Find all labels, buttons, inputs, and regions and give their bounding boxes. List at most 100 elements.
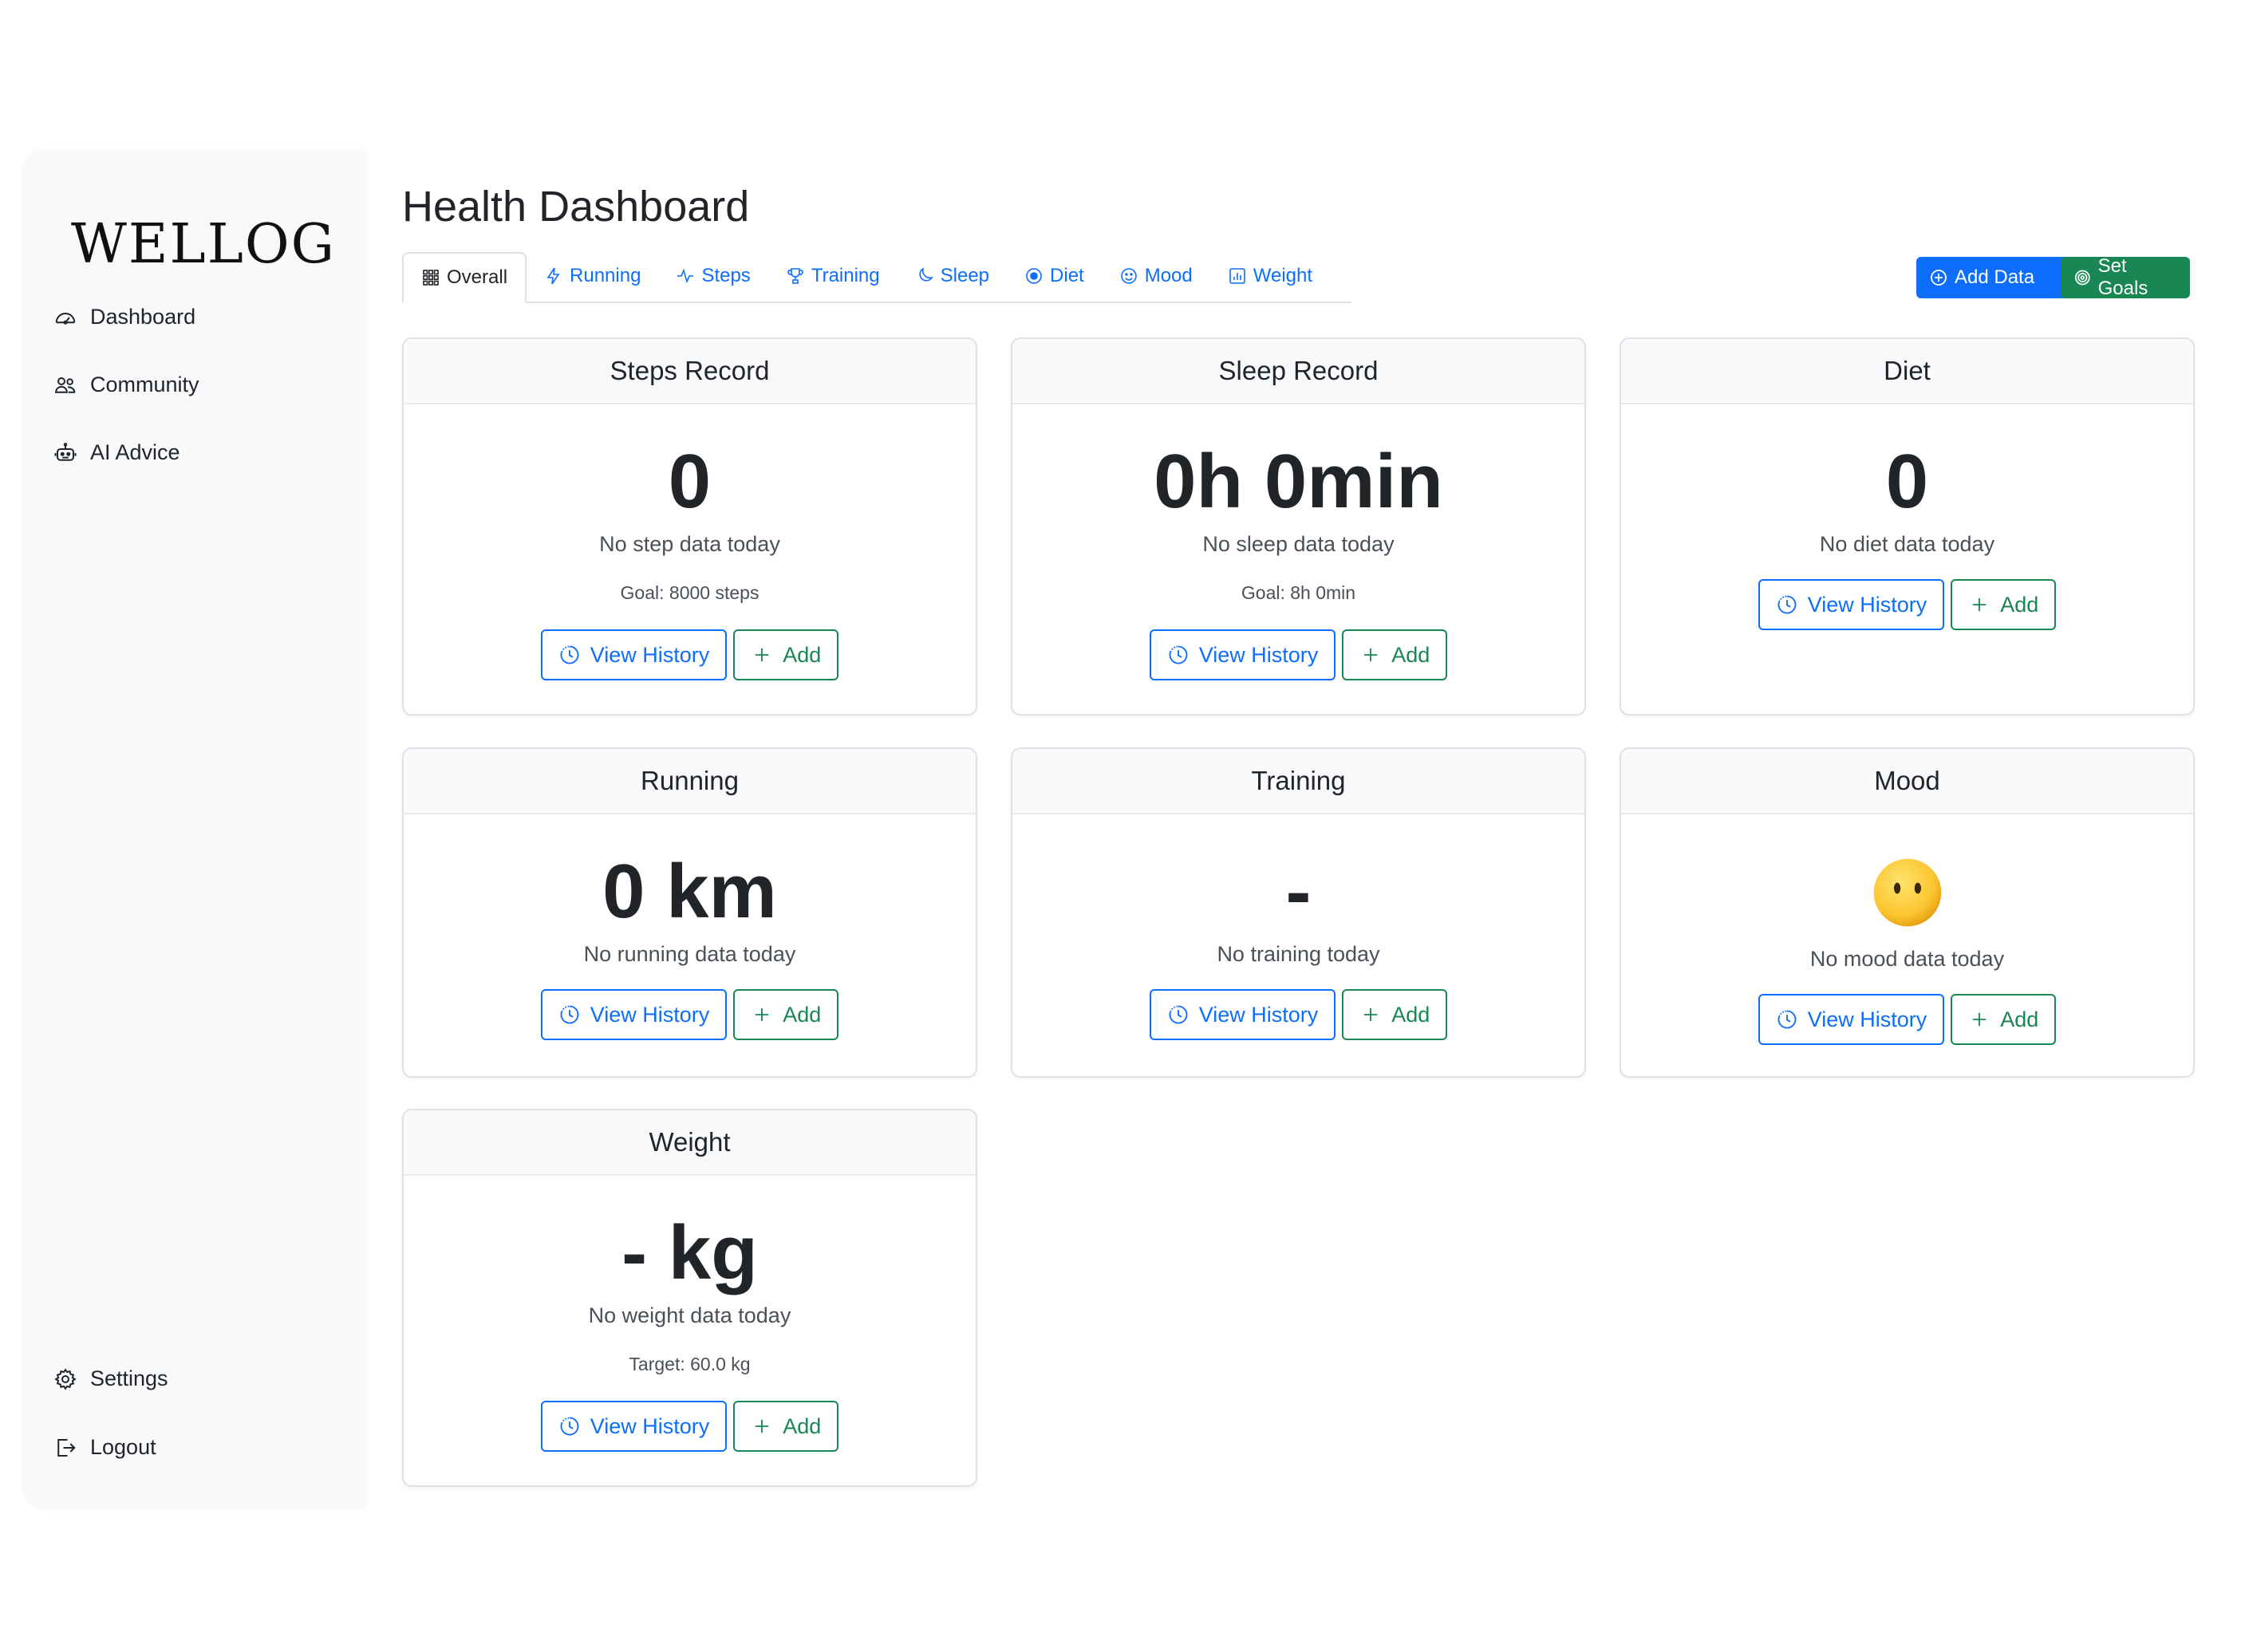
card-title: Training [1012,749,1584,814]
add-button[interactable]: Add [1342,989,1448,1040]
running-status: No running data today [583,942,796,966]
tab-label: Mood [1144,265,1193,286]
sidebar-item-community[interactable]: Community [53,373,199,397]
steps-goal: Goal: 8000 steps [620,582,759,603]
clock-history-icon [1169,1005,1188,1024]
view-history-button[interactable]: View History [1758,994,1945,1045]
tab-steps[interactable]: Steps [658,250,767,302]
tab-running[interactable]: Running [527,250,658,302]
view-history-label: View History [590,642,710,667]
diet-value: 0 [1885,439,1929,524]
set-goals-label: Set Goals [2097,255,2148,299]
weight-card: Weight - kg No weight data today Target:… [402,1109,977,1487]
weight-target: Target: 60.0 kg [629,1354,751,1374]
view-history-button[interactable]: View History [540,989,728,1040]
clock-history-icon [560,645,579,664]
sidebar-item-label: Dashboard [90,305,196,329]
grid-icon [423,270,439,286]
gear-icon [54,1367,77,1390]
view-history-label: View History [1198,1002,1319,1027]
set-goals-button[interactable]: Set Goals [2061,255,2190,299]
sidebar: WELLOG Dashboard Community AI Advice Set… [22,149,363,1510]
tab-bar: Overall Running Steps Training Sleep Die… [402,252,1351,303]
tab-overall[interactable]: Overall [402,252,527,303]
add-button[interactable]: Add [1951,994,2057,1045]
card-actions: View History Add [1012,629,1584,680]
sidebar-item-label: Settings [90,1366,168,1390]
view-history-label: View History [590,1002,710,1027]
tab-diet[interactable]: Diet [1007,250,1102,302]
view-history-button[interactable]: View History [1758,579,1945,630]
plus-icon [1364,1007,1378,1022]
people-icon [55,377,76,393]
training-status: No training today [1217,942,1380,966]
add-button[interactable]: Add [733,989,839,1040]
tab-weight[interactable]: Weight [1210,250,1330,302]
add-button[interactable]: Add [1951,579,2057,630]
view-history-button[interactable]: View History [1149,989,1336,1040]
tab-mood[interactable]: Mood [1102,250,1210,302]
neutral-face-icon [1873,858,1941,927]
view-history-label: View History [590,1413,710,1438]
tab-label: Training [811,265,880,286]
add-button[interactable]: Add [733,629,839,680]
clock-history-icon [1777,1010,1797,1029]
view-history-label: View History [1807,1007,1927,1031]
card-actions: View History Add [404,989,976,1040]
steps-value: 0 [668,439,712,524]
diet-status: No diet data today [1819,532,1995,556]
sidebar-item-ai-advice[interactable]: AI Advice [53,440,180,465]
sidebar-item-dashboard[interactable]: Dashboard [53,305,195,329]
add-label: Add [1391,1002,1430,1027]
plus-icon [1364,648,1378,662]
weight-value: - kg [621,1210,758,1295]
training-card: Training - No training today View Histor… [1011,747,1586,1078]
tab-label: Steps [701,265,751,286]
tab-label: Weight [1253,265,1313,286]
add-button[interactable]: Add [1342,629,1448,680]
running-value: 0 km [602,849,777,934]
speedometer-icon [55,312,76,325]
bar-chart-icon [1229,268,1245,284]
sidebar-item-label: Community [90,373,199,396]
plus-icon [1973,597,1987,612]
clock-history-icon [1777,595,1797,614]
tab-label: Diet [1050,265,1084,286]
training-value: - [1285,849,1312,934]
add-label: Add [2000,592,2039,617]
sleep-goal: Goal: 8h 0min [1241,582,1356,603]
add-data-label: Add Data [1955,266,2035,288]
clock-history-icon [560,1005,579,1024]
tab-sleep[interactable]: Sleep [898,250,1007,302]
add-label: Add [783,1413,822,1438]
card-title: Sleep Record [1012,339,1584,404]
add-label: Add [783,642,822,667]
mood-card: Mood No mood data today View History Add [1620,747,2195,1078]
sleep-status: No sleep data today [1202,532,1395,556]
add-button[interactable]: Add [733,1401,839,1452]
activity-icon [677,268,694,284]
view-history-button[interactable]: View History [540,629,728,680]
sidebar-item-logout[interactable]: Logout [53,1435,156,1460]
add-label: Add [2000,1007,2039,1031]
card-actions: View History Add [1012,989,1584,1040]
app-logo[interactable]: WELLOG [71,213,336,276]
tab-training[interactable]: Training [768,250,898,302]
view-history-button[interactable]: View History [1149,629,1336,680]
add-data-button[interactable]: Add Data [1916,257,2082,298]
bullseye-icon [2074,270,2090,286]
sidebar-item-settings[interactable]: Settings [53,1366,168,1391]
plus-icon [756,648,769,662]
card-actions: View History Add [404,1401,976,1452]
card-title: Running [404,749,976,814]
card-title: Mood [1621,749,2193,814]
card-actions: View History Add [1621,994,2193,1045]
sidebar-item-label: Logout [90,1435,156,1459]
running-card: Running 0 km No running data today View … [402,747,977,1078]
mood-status: No mood data today [1809,947,2005,971]
tab-label: Overall [447,266,508,288]
view-history-label: View History [1807,592,1927,617]
clock-history-icon [1169,645,1188,664]
view-history-button[interactable]: View History [540,1401,728,1452]
card-actions: View History Add [404,629,976,680]
